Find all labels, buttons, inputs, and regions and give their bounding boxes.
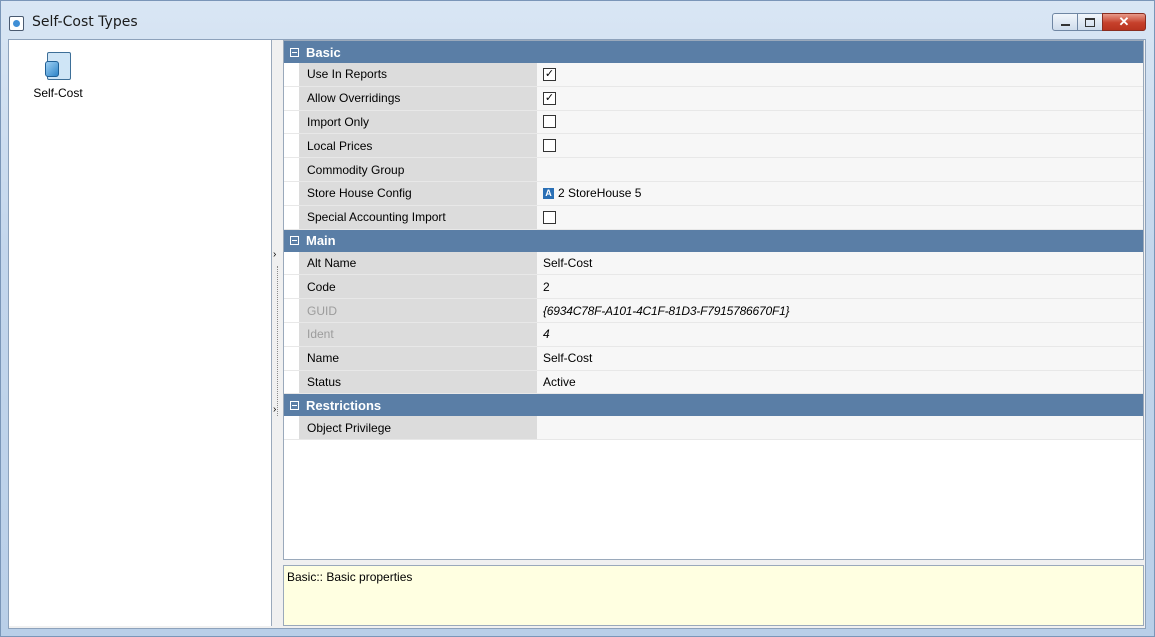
maximize-icon — [1085, 17, 1095, 27]
property-value[interactable]: A 2 StoreHouse 5 — [537, 181, 1143, 205]
property-name: Commodity Group — [299, 158, 537, 181]
property-row[interactable]: Status Active — [284, 370, 1143, 395]
category-label: Restrictions — [306, 397, 382, 413]
minimize-button[interactable] — [1052, 13, 1078, 31]
category-basic[interactable]: Basic — [284, 41, 1143, 63]
value-text: Self-Cost — [543, 255, 593, 270]
close-button[interactable]: ✕ — [1102, 13, 1146, 31]
value-text: Self-Cost — [543, 351, 593, 366]
property-value: 4 — [537, 322, 1143, 346]
window-title: Self-Cost Types — [32, 14, 138, 30]
property-name: Store House Config — [299, 181, 537, 205]
app-icon — [9, 16, 24, 31]
property-value[interactable] — [537, 158, 1143, 181]
property-value[interactable] — [537, 134, 1143, 158]
expand-arrow-icon[interactable]: › — [273, 404, 276, 415]
reference-icon: A — [543, 187, 554, 199]
property-row[interactable]: Code 2 — [284, 275, 1143, 300]
window-controls: ✕ — [1052, 13, 1146, 33]
value-text: {6934C78F-A101-4C1F-81D3-F7915786670F1} — [543, 303, 790, 318]
property-row[interactable]: Allow Overridings ✓ — [284, 86, 1143, 111]
reference-value: 2 StoreHouse 5 — [558, 186, 642, 201]
property-row[interactable]: Use In Reports ✓ — [284, 63, 1143, 87]
client-area: Self-Cost › › Basic Use In Reports ✓ Allow … — [8, 39, 1146, 629]
title-bar[interactable]: Self-Cost Types ✕ — [1, 1, 1154, 39]
property-name: Use In Reports — [299, 63, 537, 86]
splitter[interactable]: › › — [272, 40, 282, 626]
property-value[interactable]: ✓ — [537, 63, 1143, 86]
property-name: Status — [299, 370, 537, 394]
value-text: 2 — [543, 279, 550, 294]
checkbox-unchecked[interactable] — [543, 115, 556, 129]
property-name: Name — [299, 346, 537, 370]
property-value[interactable]: Self-Cost — [537, 346, 1143, 370]
property-name: Ident — [299, 322, 537, 346]
property-value[interactable]: Self-Cost — [537, 251, 1143, 275]
category-main[interactable]: Main — [284, 229, 1143, 252]
value-text: Active — [543, 374, 576, 389]
category-label: Basic — [306, 44, 341, 60]
property-row[interactable]: Commodity Group — [284, 158, 1143, 182]
window: Self-Cost Types ✕ Self-Cost › › Basic Use… — [0, 0, 1155, 637]
minimize-icon — [1060, 24, 1070, 26]
collapse-icon[interactable] — [290, 400, 299, 410]
tree-pane[interactable]: Self-Cost — [9, 40, 272, 626]
property-value[interactable] — [537, 416, 1143, 440]
property-value[interactable] — [537, 110, 1143, 134]
value-text: 4 — [543, 327, 550, 342]
property-row[interactable]: Special Accounting Import — [284, 205, 1143, 230]
property-row[interactable]: Import Only — [284, 110, 1143, 135]
checkbox-unchecked[interactable] — [543, 210, 556, 224]
category-label: Main — [306, 233, 336, 249]
checkbox-unchecked[interactable] — [543, 139, 556, 153]
property-name: Local Prices — [299, 134, 537, 158]
property-name: Special Accounting Import — [299, 205, 537, 229]
property-value[interactable]: Active — [537, 370, 1143, 394]
property-name: Alt Name — [299, 251, 537, 275]
description-text: Basic:: Basic properties — [287, 570, 413, 584]
tree-item-label: Self-Cost — [33, 86, 83, 100]
cube-document-icon — [43, 50, 73, 82]
property-name: Code — [299, 275, 537, 299]
property-row[interactable]: Name Self-Cost — [284, 346, 1143, 371]
splitter-grip — [277, 266, 278, 416]
maximize-button[interactable] — [1077, 13, 1103, 31]
property-value[interactable]: ✓ — [537, 86, 1143, 110]
tree-item-self-cost[interactable]: Self-Cost — [31, 50, 85, 100]
property-row[interactable]: GUID {6934C78F-A101-4C1F-81D3-F7915786670… — [284, 299, 1143, 323]
category-restrictions[interactable]: Restrictions — [284, 394, 1143, 417]
property-row[interactable]: Ident 4 — [284, 322, 1143, 347]
property-row[interactable]: Local Prices — [284, 134, 1143, 159]
checkbox-checked[interactable]: ✓ — [543, 91, 556, 105]
expand-arrow-icon[interactable]: › — [273, 249, 276, 260]
collapse-icon[interactable] — [290, 236, 299, 246]
checkbox-checked[interactable]: ✓ — [543, 67, 556, 81]
property-row[interactable]: Object Privilege — [284, 416, 1143, 441]
property-row[interactable]: Store House Config A 2 StoreHouse 5 — [284, 181, 1143, 206]
property-grid: Basic Use In Reports ✓ Allow Overridings ✓ Im… — [283, 40, 1144, 560]
property-name: Import Only — [299, 110, 537, 134]
property-row[interactable]: Alt Name Self-Cost — [284, 251, 1143, 276]
description-panel: Basic:: Basic properties — [283, 565, 1144, 626]
collapse-icon[interactable] — [290, 47, 299, 57]
property-value[interactable] — [537, 205, 1143, 229]
property-name: GUID — [299, 299, 537, 322]
close-icon: ✕ — [1118, 14, 1130, 29]
property-value: {6934C78F-A101-4C1F-81D3-F7915786670F1} — [537, 299, 1143, 322]
property-name: Allow Overridings — [299, 86, 537, 110]
property-value[interactable]: 2 — [537, 275, 1143, 299]
property-name: Object Privilege — [299, 416, 537, 440]
